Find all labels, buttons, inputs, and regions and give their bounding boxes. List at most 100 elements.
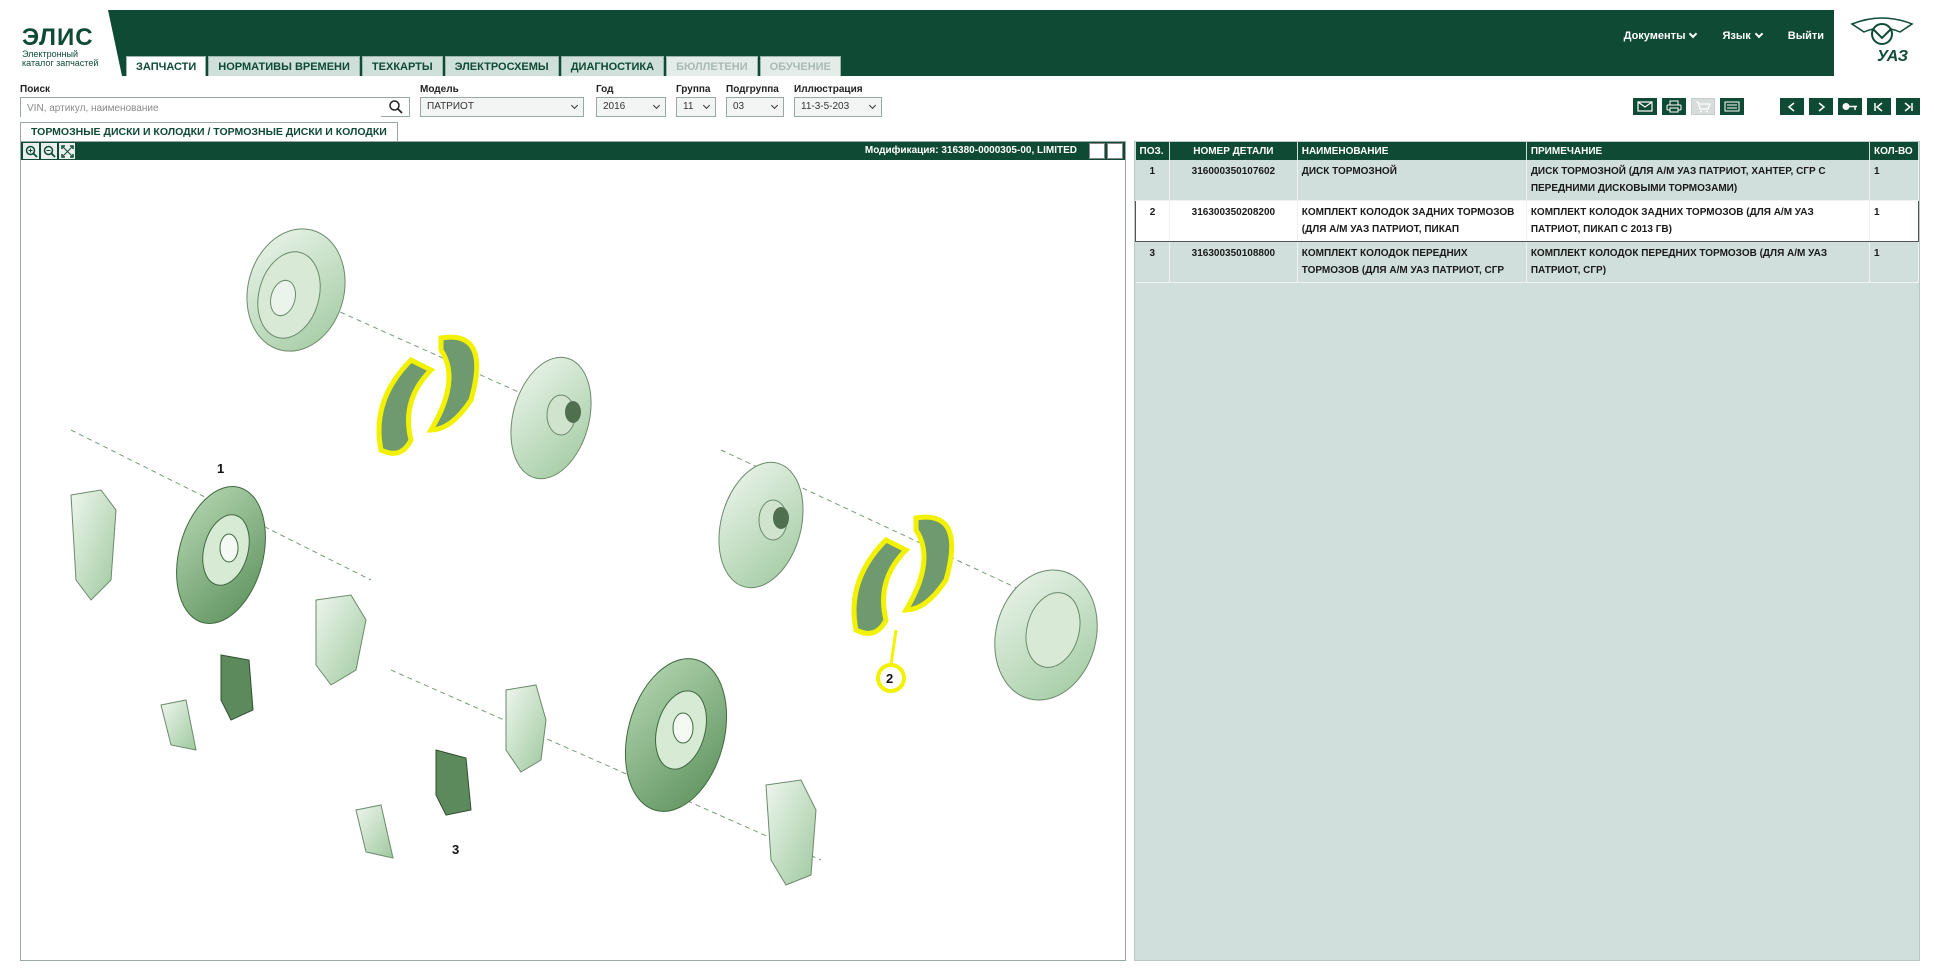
app-header: ЭЛИС Электронный каталог запчастей ЗАПЧА… — [0, 10, 1934, 76]
single-view-icon[interactable] — [1089, 143, 1105, 159]
brake-disc-left — [176, 486, 266, 624]
mail-icon[interactable] — [1633, 98, 1657, 115]
table-row[interactable]: 1 316000350107602 ДИСК ТОРМОЗНОЙ ДИСК ТО… — [1135, 160, 1920, 201]
cell-qty: 1 — [1869, 241, 1920, 283]
subgroup-value: 03 — [733, 101, 745, 112]
chevron-down-icon — [1754, 29, 1763, 39]
zoom-out-icon[interactable] — [41, 143, 57, 159]
cell-qty: 1 — [1869, 160, 1920, 201]
chevron-down-icon — [702, 101, 711, 110]
subgroup-group: Подгруппа 03 — [726, 84, 784, 117]
callout-1[interactable]: 1 — [217, 461, 224, 476]
cell-number: 316300350108800 — [1169, 241, 1298, 283]
logo[interactable]: ЭЛИС Электронный каталог запчастей — [0, 10, 108, 76]
tab-0[interactable]: ЗАПЧАСТИ — [126, 56, 207, 76]
brake-drum-right — [994, 569, 1098, 701]
list-icon[interactable] — [1720, 98, 1744, 115]
subgroup-select[interactable]: 03 — [726, 97, 784, 117]
logout-label: Выйти — [1787, 30, 1824, 42]
group-value: 11 — [683, 101, 694, 112]
caliper-lower — [505, 684, 547, 773]
tab-3[interactable]: ЭЛЕКТРОСХЕМЫ — [444, 56, 559, 76]
action-toolbar — [1633, 98, 1920, 115]
first-icon[interactable] — [1867, 98, 1891, 115]
tab-4[interactable]: ДИАГНОСТИКА — [560, 56, 665, 76]
year-group: Год 2016 — [596, 84, 666, 117]
illustration-select[interactable]: 11-3-5-203 — [794, 97, 882, 117]
documents-label: Документы — [1623, 30, 1686, 42]
illustration-value: 11-3-5-203 — [801, 101, 850, 112]
search-group: Поиск — [20, 84, 410, 118]
print-icon[interactable] — [1662, 98, 1686, 115]
search-field — [20, 97, 410, 118]
view-controls — [1089, 143, 1123, 159]
exploded-parts-drawing[interactable]: 1 2 3 — [21, 160, 1125, 960]
cell-number: 316000350107602 — [1169, 160, 1298, 201]
col-qty[interactable]: КОЛ-ВО — [1869, 142, 1920, 160]
tab-5: БЮЛЛЕТЕНИ — [666, 56, 758, 76]
rear-brake-shoes-right[interactable] — [851, 514, 955, 693]
cell-note: КОМПЛЕКТ КОЛОДОК ЗАДНИХ ТОРМОЗОВ (ДЛЯ А/… — [1526, 200, 1870, 242]
parts-table: ПОЗ. НОМЕР ДЕТАЛИ НАИМЕНОВАНИЕ ПРИМЕЧАНИ… — [1135, 142, 1920, 283]
documents-menu[interactable]: Документы — [1623, 29, 1698, 42]
chevron-down-icon — [570, 101, 579, 110]
table-row[interactable]: 3 316300350108800 КОМПЛЕКТ КОЛОДОК ПЕРЕД… — [1135, 241, 1920, 283]
rear-brake-shoes-upper[interactable] — [376, 334, 480, 456]
caliper-bracket-right — [765, 779, 817, 886]
illustration-label: Иллюстрация — [794, 84, 863, 95]
caliper-bracket-left — [70, 489, 117, 601]
key-search-icon[interactable] — [1838, 98, 1862, 115]
tab-2[interactable]: ТЕХКАРТЫ — [361, 56, 443, 76]
year-label: Год — [596, 84, 614, 95]
model-label: Модель — [420, 84, 459, 95]
col-note[interactable]: ПРИМЕЧАНИЕ — [1526, 142, 1870, 160]
illustration-panel: Модификация: 316380-0000305-00, LIMITED — [20, 141, 1126, 961]
col-number[interactable]: НОМЕР ДЕТАЛИ — [1169, 142, 1298, 160]
logout-link[interactable]: Выйти — [1788, 30, 1824, 42]
language-label: Язык — [1722, 30, 1751, 42]
cell-name: ДИСК ТОРМОЗНОЙ — [1297, 160, 1527, 201]
backing-plate-upper — [510, 356, 592, 480]
language-menu[interactable]: Язык — [1722, 29, 1763, 42]
next-icon[interactable] — [1809, 98, 1833, 115]
col-name[interactable]: НАИМЕНОВАНИЕ — [1297, 142, 1527, 160]
cell-note: КОМПЛЕКТ КОЛОДОК ПЕРЕДНИХ ТОРМОЗОВ (ДЛЯ … — [1526, 241, 1870, 283]
brake-disc-lower — [624, 658, 728, 812]
cell-pos: 2 — [1135, 200, 1170, 242]
tab-1[interactable]: НОРМАТИВЫ ВРЕМЕНИ — [208, 56, 360, 76]
top-menu: Документы Язык Выйти — [1623, 29, 1824, 42]
cart-icon — [1691, 98, 1715, 115]
group-label: Группа — [676, 84, 711, 95]
brake-drum-rear-left — [246, 228, 346, 352]
brake-pads-left — [160, 654, 254, 751]
zoom-in-icon[interactable] — [23, 143, 39, 159]
model-value: ПАТРИОТ — [427, 101, 474, 112]
chevron-down-icon — [1689, 29, 1698, 39]
cell-pos: 1 — [1135, 160, 1170, 201]
search-input[interactable] — [21, 99, 381, 118]
year-value: 2016 — [603, 101, 626, 112]
group-group: Группа 11 — [676, 84, 716, 117]
last-icon[interactable] — [1896, 98, 1920, 115]
model-select[interactable]: ПАТРИОТ — [420, 97, 584, 117]
fit-view-icon[interactable] — [59, 143, 75, 159]
search-icon[interactable] — [389, 100, 403, 114]
main-tabs: ЗАПЧАСТИ НОРМАТИВЫ ВРЕМЕНИ ТЕХКАРТЫ ЭЛЕКТРО… — [126, 56, 841, 76]
year-select[interactable]: 2016 — [596, 97, 666, 117]
parts-table-panel: ПОЗ. НОМЕР ДЕТАЛИ НАИМЕНОВАНИЕ ПРИМЕЧАНИ… — [1134, 141, 1920, 961]
cell-note: ДИСК ТОРМОЗНОЙ (ДЛЯ А/М УАЗ ПАТРИОТ, ХАН… — [1526, 160, 1870, 201]
cell-name: КОМПЛЕКТ КОЛОДОК ЗАДНИХ ТОРМОЗОВ (ДЛЯ А/… — [1297, 200, 1527, 242]
col-pos[interactable]: ПОЗ. — [1135, 142, 1170, 160]
callout-3[interactable]: 3 — [452, 842, 459, 857]
app-subtitle: Электронный каталог запчастей — [22, 49, 99, 68]
cell-number: 316300350208200 — [1169, 200, 1298, 242]
prev-icon[interactable] — [1780, 98, 1804, 115]
illustration-toolbar: Модификация: 316380-0000305-00, LIMITED — [21, 142, 1125, 160]
tab-6: ОБУЧЕНИЕ — [759, 56, 841, 76]
cell-name: КОМПЛЕКТ КОЛОДОК ПЕРЕДНИХ ТОРМОЗОВ (ДЛЯ … — [1297, 241, 1527, 283]
breadcrumb[interactable]: ТОРМОЗНЫЕ ДИСКИ И КОЛОДКИ / ТОРМОЗНЫЕ ДИ… — [20, 122, 398, 141]
group-select[interactable]: 11 — [676, 97, 716, 117]
table-row-selected[interactable]: 2 316300350208200 КОМПЛЕКТ КОЛОДОК ЗАДНИ… — [1135, 200, 1920, 242]
split-view-icon[interactable] — [1107, 143, 1123, 159]
callout-2[interactable]: 2 — [886, 671, 893, 686]
